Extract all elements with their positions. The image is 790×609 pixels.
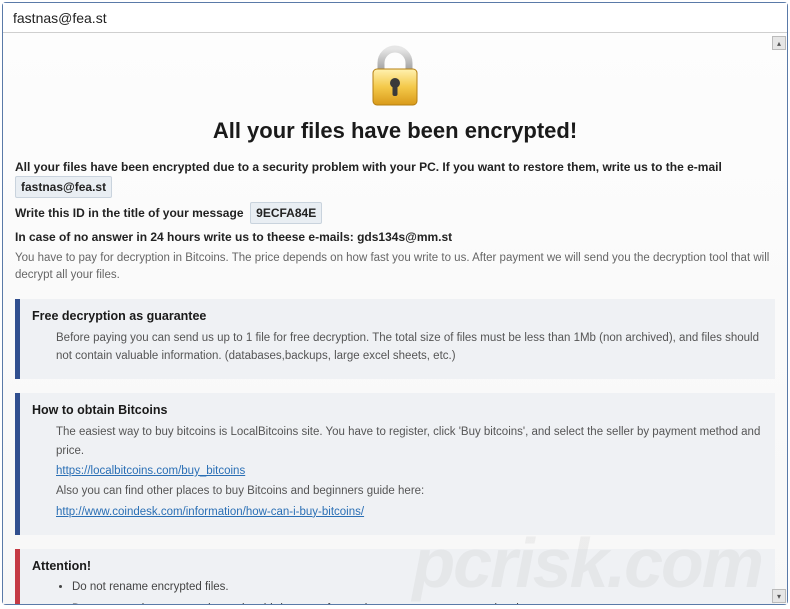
chevron-down-icon: ▾ (777, 592, 781, 601)
bitcoins-link2[interactable]: http://www.coindesk.com/information/how-… (56, 506, 364, 518)
bitcoins-line2: Also you can find other places to buy Bi… (56, 482, 763, 500)
intro-line1: All your files have been encrypted due t… (15, 160, 722, 174)
list-item: Do not try to decrypt your data using th… (72, 601, 763, 604)
ransom-note-window: fastnas@fea.st (2, 2, 788, 605)
main-heading: All your files have been encrypted! (15, 118, 775, 144)
list-item: Do not rename encrypted files. (72, 579, 763, 596)
vertical-scrollbar[interactable]: ▴ ▾ (772, 36, 786, 603)
guarantee-title: Free decryption as guarantee (32, 309, 763, 323)
window-title: fastnas@fea.st (13, 10, 107, 26)
title-bar[interactable]: fastnas@fea.st (3, 3, 787, 33)
scroll-up-button[interactable]: ▴ (772, 36, 786, 50)
intro-line3: In case of no answer in 24 hours write u… (15, 228, 775, 246)
lock-icon (366, 45, 424, 112)
intro-line2: Write this ID in the title of your messa… (15, 206, 244, 220)
attention-title: Attention! (32, 559, 763, 573)
bitcoins-title: How to obtain Bitcoins (32, 403, 763, 417)
guarantee-text: Before paying you can send us up to 1 fi… (56, 329, 763, 366)
payment-note: You have to pay for decryption in Bitcoi… (15, 250, 775, 285)
scroll-down-button[interactable]: ▾ (772, 589, 786, 603)
bitcoins-body: The easiest way to buy bitcoins is Local… (32, 423, 763, 521)
lock-wrap (15, 45, 775, 112)
contact-email-highlight: fastnas@fea.st (15, 176, 112, 198)
chevron-up-icon: ▴ (777, 39, 781, 48)
attention-list: Do not rename encrypted files. Do not tr… (32, 579, 763, 604)
guarantee-body: Before paying you can send us up to 1 fi… (32, 329, 763, 366)
victim-id-highlight: 9ECFA84E (250, 202, 322, 224)
guarantee-box: Free decryption as guarantee Before payi… (15, 299, 775, 380)
bitcoins-line1: The easiest way to buy bitcoins is Local… (56, 423, 763, 460)
bitcoins-box: How to obtain Bitcoins The easiest way t… (15, 393, 775, 535)
bitcoins-link1[interactable]: https://localbitcoins.com/buy_bitcoins (56, 465, 245, 477)
attention-box: Attention! Do not rename encrypted files… (15, 549, 775, 604)
intro-block: All your files have been encrypted due t… (15, 158, 775, 285)
content-area: All your files have been encrypted! All … (3, 33, 787, 604)
